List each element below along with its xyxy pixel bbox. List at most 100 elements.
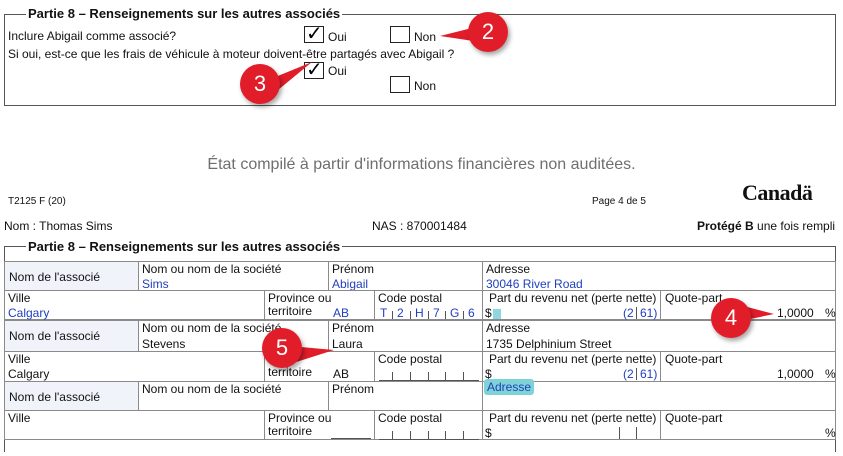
province-underline	[331, 438, 371, 439]
postal-divider	[463, 431, 464, 439]
postal-code-label: Code postal	[378, 291, 443, 305]
net-income-label: Part du revenu net (perte nette)	[489, 352, 657, 366]
share-vehicle-no-checkbox[interactable]	[390, 76, 410, 93]
quote-part-label: Quote-part	[665, 352, 723, 366]
company-name-label: Nom ou nom de la société	[142, 382, 282, 396]
protected-b-label: Protégé B	[697, 219, 754, 233]
address-field[interactable]: Adresse	[482, 379, 836, 411]
city-label: Ville	[8, 291, 31, 305]
postal-divider	[445, 431, 446, 439]
postal-divider	[410, 431, 411, 439]
postal-char: T	[380, 306, 388, 320]
postal-divider	[428, 431, 429, 439]
company-name-field[interactable]: Nom ou nom de la société Sims	[138, 261, 329, 291]
province-value: AB	[333, 367, 350, 381]
share-vehicle-no-label: Non	[414, 79, 437, 93]
city-field[interactable]: Ville	[4, 410, 265, 440]
address-field[interactable]: Adresse 30046 River Road	[482, 261, 836, 291]
postal-divider	[428, 372, 429, 380]
income-line-divider	[636, 307, 637, 319]
name-label-cell: Nom de l'associé	[4, 320, 139, 352]
first-name-label: Prénom	[332, 321, 375, 335]
share-vehicle-yes-label: Oui	[328, 64, 347, 78]
city-value: Calgary	[8, 306, 50, 320]
postal-divider	[410, 372, 411, 380]
address-label: Adresse	[486, 321, 531, 335]
first-name-field[interactable]: Prénom Abigail	[328, 261, 483, 291]
net-income-share-field[interactable]: Part du revenu net (perte nette) $ (2 61…	[482, 351, 661, 382]
company-name-label: Nom ou nom de la société	[142, 262, 282, 276]
postal-char: 6	[468, 306, 475, 320]
city-label: Ville	[8, 411, 31, 425]
quote-part-label: Quote-part	[665, 411, 723, 425]
postal-divider	[392, 311, 393, 319]
postal-code-field[interactable]: Code postal T 2 H 7 G 6	[374, 290, 483, 320]
address-field-highlight[interactable]: Adresse	[484, 379, 535, 395]
first-name-field[interactable]: Prénom Laura	[328, 320, 483, 352]
table-title: Partie 8 – Renseignements sur les autres…	[26, 239, 343, 254]
net-income-share-field[interactable]: Part du revenu net (perte nette) $ (2 61…	[482, 290, 661, 320]
address-field[interactable]: Adresse 1735 Delphinium Street	[482, 320, 836, 352]
postal-divider	[410, 311, 411, 319]
include-partner-no-checkbox[interactable]	[390, 26, 410, 43]
income-line-divider	[619, 427, 620, 439]
callout-marker-4: 4	[711, 298, 751, 338]
postal-divider	[445, 311, 446, 319]
taxpayer-name: Nom : Thomas Sims	[4, 219, 113, 233]
city-label: Ville	[8, 352, 31, 366]
quote-part-label: Quote-part	[665, 291, 723, 305]
province-field[interactable]: Province ou territoire AB	[264, 290, 375, 320]
net-income-label: Part du revenu net (perte nette)	[489, 411, 657, 425]
callout-marker-2: 2	[468, 12, 508, 52]
income-line-left: (2	[623, 306, 634, 320]
first-name-field[interactable]: Prénom	[328, 381, 483, 411]
province-field[interactable]: Province ou territoire	[264, 410, 375, 440]
percent-sign: %	[825, 306, 836, 320]
postal-divider	[445, 372, 446, 380]
partner-name-label: Nom de l'associé	[9, 270, 100, 284]
company-name-field[interactable]: Nom ou nom de la société	[138, 381, 329, 411]
income-line-right: 61)	[640, 306, 658, 320]
postal-code-field[interactable]: Code postal	[374, 351, 483, 382]
income-line-right: 61)	[640, 367, 658, 381]
province-label-2: territoire	[268, 424, 313, 438]
income-focus-highlight	[493, 309, 501, 319]
dollar-sign: $	[485, 426, 492, 440]
province-label-2: territoire	[268, 304, 313, 318]
postal-char: H	[415, 306, 424, 320]
address-value: 30046 River Road	[486, 277, 583, 291]
postal-divider	[428, 311, 429, 319]
partner-name-label: Nom de l'associé	[9, 329, 100, 343]
include-partner-no-label: Non	[414, 30, 437, 44]
postal-divider	[463, 311, 464, 319]
include-partner-yes-checkbox[interactable]: ✓	[304, 21, 324, 45]
postal-divider	[463, 372, 464, 380]
postal-code-label: Code postal	[378, 411, 443, 425]
postal-divider	[392, 431, 393, 439]
postal-char: 2	[397, 306, 404, 320]
city-field[interactable]: Ville Calgary	[4, 290, 265, 320]
income-line-divider	[636, 368, 637, 380]
dollar-sign: $	[485, 306, 492, 320]
form-id: T2125 F (20)	[8, 196, 66, 207]
page-number: Page 4 de 5	[592, 196, 646, 207]
address-value: 1735 Delphinium Street	[486, 337, 612, 351]
postal-char: 7	[433, 306, 440, 320]
protected-b-rest: une fois rempli	[757, 219, 836, 233]
net-income-label: Part du revenu net (perte nette)	[489, 291, 657, 305]
audit-note: État compilé à partir d'informations fin…	[207, 156, 636, 173]
net-income-share-field[interactable]: Part du revenu net (perte nette) $	[482, 410, 661, 440]
city-field[interactable]: Ville Calgary	[4, 351, 265, 382]
postal-underline	[379, 439, 479, 440]
postal-code-field[interactable]: Code postal	[374, 410, 483, 440]
address-label: Adresse	[486, 262, 531, 276]
canada-wordmark: Canadä	[742, 180, 813, 205]
company-name-value: Sims	[142, 277, 169, 291]
checkmark-icon: ✓	[306, 21, 323, 45]
section-title: Partie 8 – Renseignements sur les autres…	[26, 6, 343, 21]
quote-part-field[interactable]: Quote-part %	[660, 410, 836, 440]
percent-sign: %	[825, 367, 836, 381]
quote-part-value: 1,0000	[777, 367, 814, 381]
quote-part-field[interactable]: Quote-part 1,0000 %	[660, 351, 836, 382]
include-partner-yes-label: Oui	[328, 30, 347, 44]
